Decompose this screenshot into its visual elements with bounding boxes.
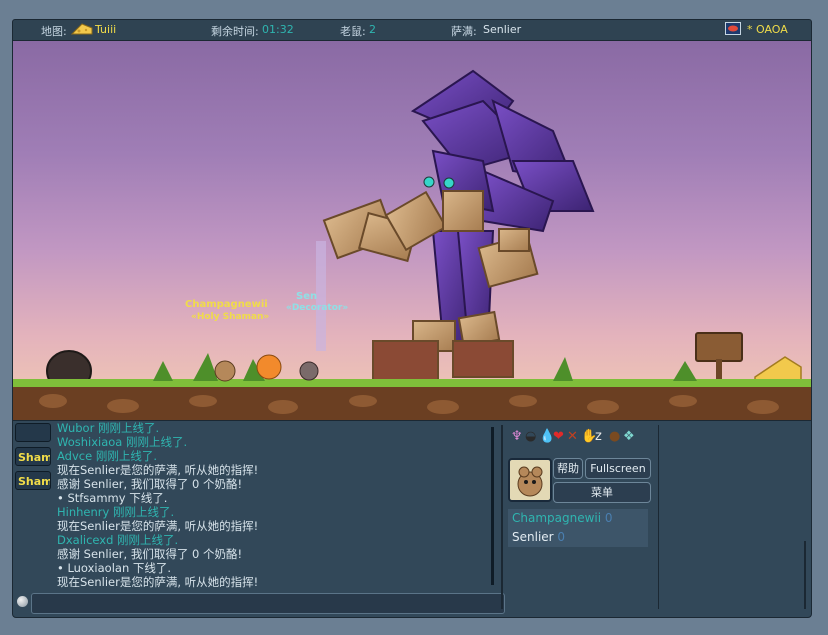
chat-line: 感谢 Senlier, 我们取得了 0 个奶酪! bbox=[57, 477, 243, 491]
map-label: 地图: bbox=[41, 25, 67, 38]
cheese-icon bbox=[70, 22, 93, 39]
right-scrollbar[interactable] bbox=[804, 541, 806, 609]
emote-angry-icon[interactable]: ✕ bbox=[567, 429, 578, 444]
player-row[interactable]: Senlier 0 bbox=[508, 528, 648, 547]
status-bar: 地图: Tuiii 剩余时间: 01:32 老鼠: 2 萨满: Senlier … bbox=[12, 19, 812, 41]
shaman-name: Senlier bbox=[483, 23, 522, 36]
purple-statue bbox=[410, 69, 595, 342]
player2-title: «Decorator» bbox=[286, 303, 349, 313]
player-row[interactable]: Champagnewii 0 bbox=[508, 509, 648, 528]
player-name: Champagnewii bbox=[512, 511, 602, 525]
player-list: Champagnewii 0 Senlier 0 bbox=[508, 509, 648, 547]
scene-art bbox=[13, 69, 811, 420]
side-button-empty[interactable] bbox=[15, 423, 51, 442]
mice-count: 2 bbox=[369, 23, 376, 36]
help-button[interactable]: 帮助 bbox=[553, 458, 583, 479]
chat-line: 感谢 Senlier, 我们取得了 0 个奶酪! bbox=[57, 547, 243, 561]
player-score: 0 bbox=[604, 511, 613, 525]
chat-line: 现在Senlier是您的萨满, 听从她的指挥! bbox=[57, 519, 259, 533]
map-name: Tuiii bbox=[95, 23, 117, 36]
emote-dance-icon[interactable]: ♆ bbox=[511, 429, 523, 444]
crystal-icon[interactable]: ❖ bbox=[623, 429, 635, 444]
shaman-label: 萨满: bbox=[451, 25, 477, 38]
chat-line: Dxalicexd 刚刚上线了. bbox=[57, 533, 179, 547]
chat-scrollbar[interactable] bbox=[491, 427, 494, 585]
bottom-panel: Shamb Shamb Wubor 刚刚上线了. Woshixiaoa 刚刚上线… bbox=[12, 420, 812, 618]
time-remaining: 01:32 bbox=[262, 23, 294, 36]
side-button-shaman-2[interactable]: Shamb bbox=[15, 471, 51, 490]
chat-line: • Luoxiaolan 下线了. bbox=[57, 561, 172, 575]
player-score: 0 bbox=[557, 530, 566, 544]
player2-nametag: Sen bbox=[296, 291, 318, 302]
emote-confetti-icon[interactable]: ● bbox=[609, 429, 620, 444]
emote-sleep-icon[interactable]: z bbox=[595, 429, 602, 444]
room-flag-icon[interactable] bbox=[725, 22, 741, 38]
chat-line: Wubor 刚刚上线了. bbox=[57, 421, 160, 435]
chat-line: 现在Senlier是您的萨满, 听从她的指挥! bbox=[57, 463, 259, 477]
side-button-shaman-1[interactable]: Shamb bbox=[15, 447, 51, 466]
chat-line: Advce 刚刚上线了. bbox=[57, 449, 157, 463]
menu-button[interactable]: 菜单 bbox=[553, 482, 651, 503]
time-label: 剩余时间: bbox=[211, 25, 259, 38]
globe-icon[interactable] bbox=[17, 596, 28, 607]
mice-label: 老鼠: bbox=[340, 25, 366, 38]
right-divider bbox=[658, 425, 659, 609]
chat-line: Hinhenry 刚刚上线了. bbox=[57, 505, 175, 519]
game-scene[interactable]: Champagnewii «Holy Shaman» Sen «Decorato… bbox=[12, 41, 812, 420]
player-name: Senlier bbox=[512, 530, 554, 544]
chat-line: • Stfsammy 下线了. bbox=[57, 491, 168, 505]
chat-input[interactable] bbox=[31, 593, 505, 614]
fullscreen-button[interactable]: Fullscreen bbox=[585, 458, 651, 479]
panel-divider bbox=[501, 425, 503, 609]
avatar[interactable] bbox=[508, 458, 552, 502]
player1-title: «Holy Shaman» bbox=[191, 312, 270, 322]
emote-laugh-icon[interactable]: ◒ bbox=[525, 429, 536, 444]
chat-line: Woshixiaoa 刚刚上线了. bbox=[57, 435, 188, 449]
room-name: * OAOA bbox=[747, 23, 788, 36]
chat-line: 现在Senlier是您的萨满, 听从她的指挥! bbox=[57, 575, 259, 589]
emote-kiss-icon[interactable]: ❤ bbox=[553, 429, 564, 444]
chat-log: Wubor 刚刚上线了. Woshixiaoa 刚刚上线了. Advce 刚刚上… bbox=[57, 421, 497, 589]
player1-nametag: Champagnewii bbox=[185, 299, 268, 310]
